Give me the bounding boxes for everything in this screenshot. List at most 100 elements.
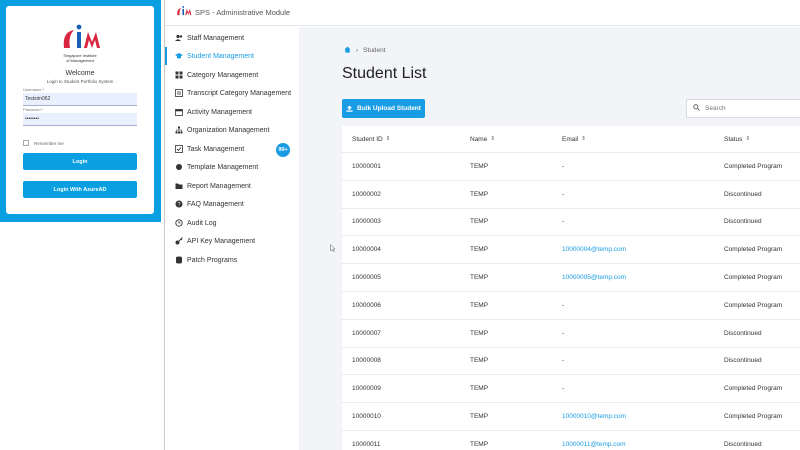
top-header: SPS - Administrative Module <box>165 0 800 26</box>
sidebar-item-audit-log[interactable]: Audit Log <box>165 214 299 232</box>
sidebar-item-student[interactable]: Student Management <box>165 47 299 65</box>
student-id-cell: 10000001 <box>352 162 381 170</box>
tasks-icon <box>175 145 183 153</box>
sidebar-item-transcript-category[interactable]: Transcript Category Management <box>165 84 299 102</box>
welcome-heading: Welcome <box>65 70 95 77</box>
sidebar-item-organization[interactable]: Organization Management <box>165 121 299 139</box>
student-id-cell: 10000003 <box>352 218 381 226</box>
student-id-cell: 10000005 <box>352 274 381 282</box>
status-cell: Discontinued <box>724 357 762 365</box>
name-cell: TEMP <box>470 190 489 198</box>
table-row[interactable]: 10000008 TEMP - Discontinued <box>342 348 800 376</box>
sidebar-item-label: API Key Management <box>187 237 256 245</box>
table-row[interactable]: 10000002 TEMP - Discontinued <box>342 181 800 209</box>
key-icon <box>175 237 183 245</box>
status-cell: Completed Program <box>724 413 783 421</box>
table-row[interactable]: 10000010 TEMP 10000010@temp.com Completed P… <box>342 403 800 431</box>
email-link[interactable]: 10000010@temp.com <box>562 403 626 430</box>
table-row[interactable]: 10000011 TEMP 10000011@temp.com Discontinue… <box>342 431 800 450</box>
email-link[interactable]: 10000004@temp.com <box>562 236 626 263</box>
table-row[interactable]: 10000005 TEMP 10000005@temp.com Completed P… <box>342 264 800 292</box>
search-box[interactable] <box>686 99 800 118</box>
sidebar-item-label: Staff Management <box>187 34 245 42</box>
status-cell: Completed Program <box>724 162 783 170</box>
graduation-cap-icon <box>175 52 183 60</box>
sidebar-item-category[interactable]: Category Management <box>165 66 299 84</box>
template-icon <box>175 163 183 171</box>
table-row[interactable]: 10000001 TEMP - Completed Program <box>342 153 800 181</box>
status-cell: Discontinued <box>724 440 762 448</box>
status-cell: Discontinued <box>724 190 762 198</box>
status-cell: Completed Program <box>724 301 783 309</box>
login-subtitle: Login to Student Portfolio System <box>46 79 114 84</box>
sidebar-item-template[interactable]: Template Management <box>165 158 299 176</box>
table-row[interactable]: 10000004 TEMP 10000004@temp.com Completed P… <box>342 236 800 265</box>
breadcrumb-current: Student <box>363 47 386 54</box>
search-input[interactable] <box>705 105 795 112</box>
app-title: SPS - Administrative Module <box>195 8 291 17</box>
home-icon[interactable] <box>344 46 351 55</box>
column-header-status[interactable]: Status ⇕ <box>724 126 750 152</box>
name-cell: TEMP <box>470 162 489 170</box>
sidebar-item-report[interactable]: Report Management <box>165 177 299 195</box>
sidebar-item-label: Student Management <box>187 52 254 60</box>
name-cell: TEMP <box>470 246 489 254</box>
login-button[interactable]: Login <box>23 153 137 170</box>
student-id-cell: 10000008 <box>352 357 381 365</box>
sidebar-item-label: FAQ Management <box>187 200 244 208</box>
table-row[interactable]: 10000009 TEMP - Completed Program <box>342 375 800 404</box>
status-cell: Discontinued <box>724 218 762 226</box>
table-row[interactable]: 10000007 TEMP - Discontinued <box>342 320 800 348</box>
column-header-name[interactable]: Name ⇕ <box>470 126 495 152</box>
sidebar-item-label: Audit Log <box>187 219 217 227</box>
name-cell: TEMP <box>470 274 489 282</box>
sidebar-item-label: Task Management <box>187 145 245 153</box>
username-field[interactable] <box>23 93 137 106</box>
remember-me-checkbox[interactable] <box>23 140 29 146</box>
sidebar: Staff Management Student Management Cate… <box>165 26 299 450</box>
login-panel-background: Singapore Institute of Management Welcom… <box>0 0 161 222</box>
email-cell: - <box>562 385 565 393</box>
name-cell: TEMP <box>470 385 489 393</box>
sidebar-item-activity[interactable]: Activity Management <box>165 103 299 121</box>
password-label: Password * <box>23 107 44 112</box>
email-cell: - <box>562 162 565 170</box>
sort-icon: ⇕ <box>745 136 751 142</box>
email-link[interactable]: 10000011@temp.com <box>562 431 626 450</box>
sidebar-item-faq[interactable]: ? FAQ Management <box>165 195 299 213</box>
status-cell: Completed Program <box>724 385 783 393</box>
student-id-cell: 10000010 <box>352 413 381 421</box>
email-cell: - <box>562 190 565 198</box>
student-id-cell: 10000007 <box>352 329 381 337</box>
column-header-student-id[interactable]: Student ID ⇕ <box>352 126 390 152</box>
breadcrumb: › Student <box>344 46 386 55</box>
username-label: Username * <box>23 87 45 92</box>
sidebar-item-label: Patch Programs <box>187 256 238 264</box>
email-cell: - <box>562 218 565 226</box>
folder-icon <box>175 182 183 190</box>
task-count-badge: 99+ <box>276 143 290 157</box>
student-id-cell: 10000002 <box>352 190 381 198</box>
sitemap-icon <box>175 126 183 134</box>
database-icon <box>175 256 183 264</box>
email-link[interactable]: 10000005@temp.com <box>562 264 626 291</box>
sidebar-item-staff[interactable]: Staff Management <box>165 29 299 47</box>
bulk-upload-button[interactable]: Bulk Upload Student <box>342 99 425 118</box>
sort-icon: ⇕ <box>490 136 495 142</box>
svg-text:?: ? <box>177 202 180 208</box>
table-row[interactable]: 10000006 TEMP - Completed Program <box>342 292 800 320</box>
page-title: Student List <box>342 65 427 82</box>
student-id-cell: 10000009 <box>352 385 381 393</box>
remember-me-label: Remember me <box>34 141 64 146</box>
password-field[interactable] <box>23 113 137 126</box>
sidebar-item-api-key[interactable]: API Key Management <box>165 232 299 250</box>
student-id-cell: 10000004 <box>352 246 381 254</box>
login-azuread-button[interactable]: Login With AzureAD <box>23 181 137 198</box>
email-cell: - <box>562 301 565 309</box>
users-icon <box>175 34 183 42</box>
table-row[interactable]: 10000003 TEMP - Discontinued <box>342 209 800 237</box>
column-header-email[interactable]: Email ⇕ <box>562 126 586 152</box>
table-body: 10000001 TEMP - Completed Program 10000002 TE… <box>342 153 800 450</box>
sidebar-item-patch-programs[interactable]: Patch Programs <box>165 251 299 269</box>
logo-text-line2: of Management <box>66 58 94 63</box>
